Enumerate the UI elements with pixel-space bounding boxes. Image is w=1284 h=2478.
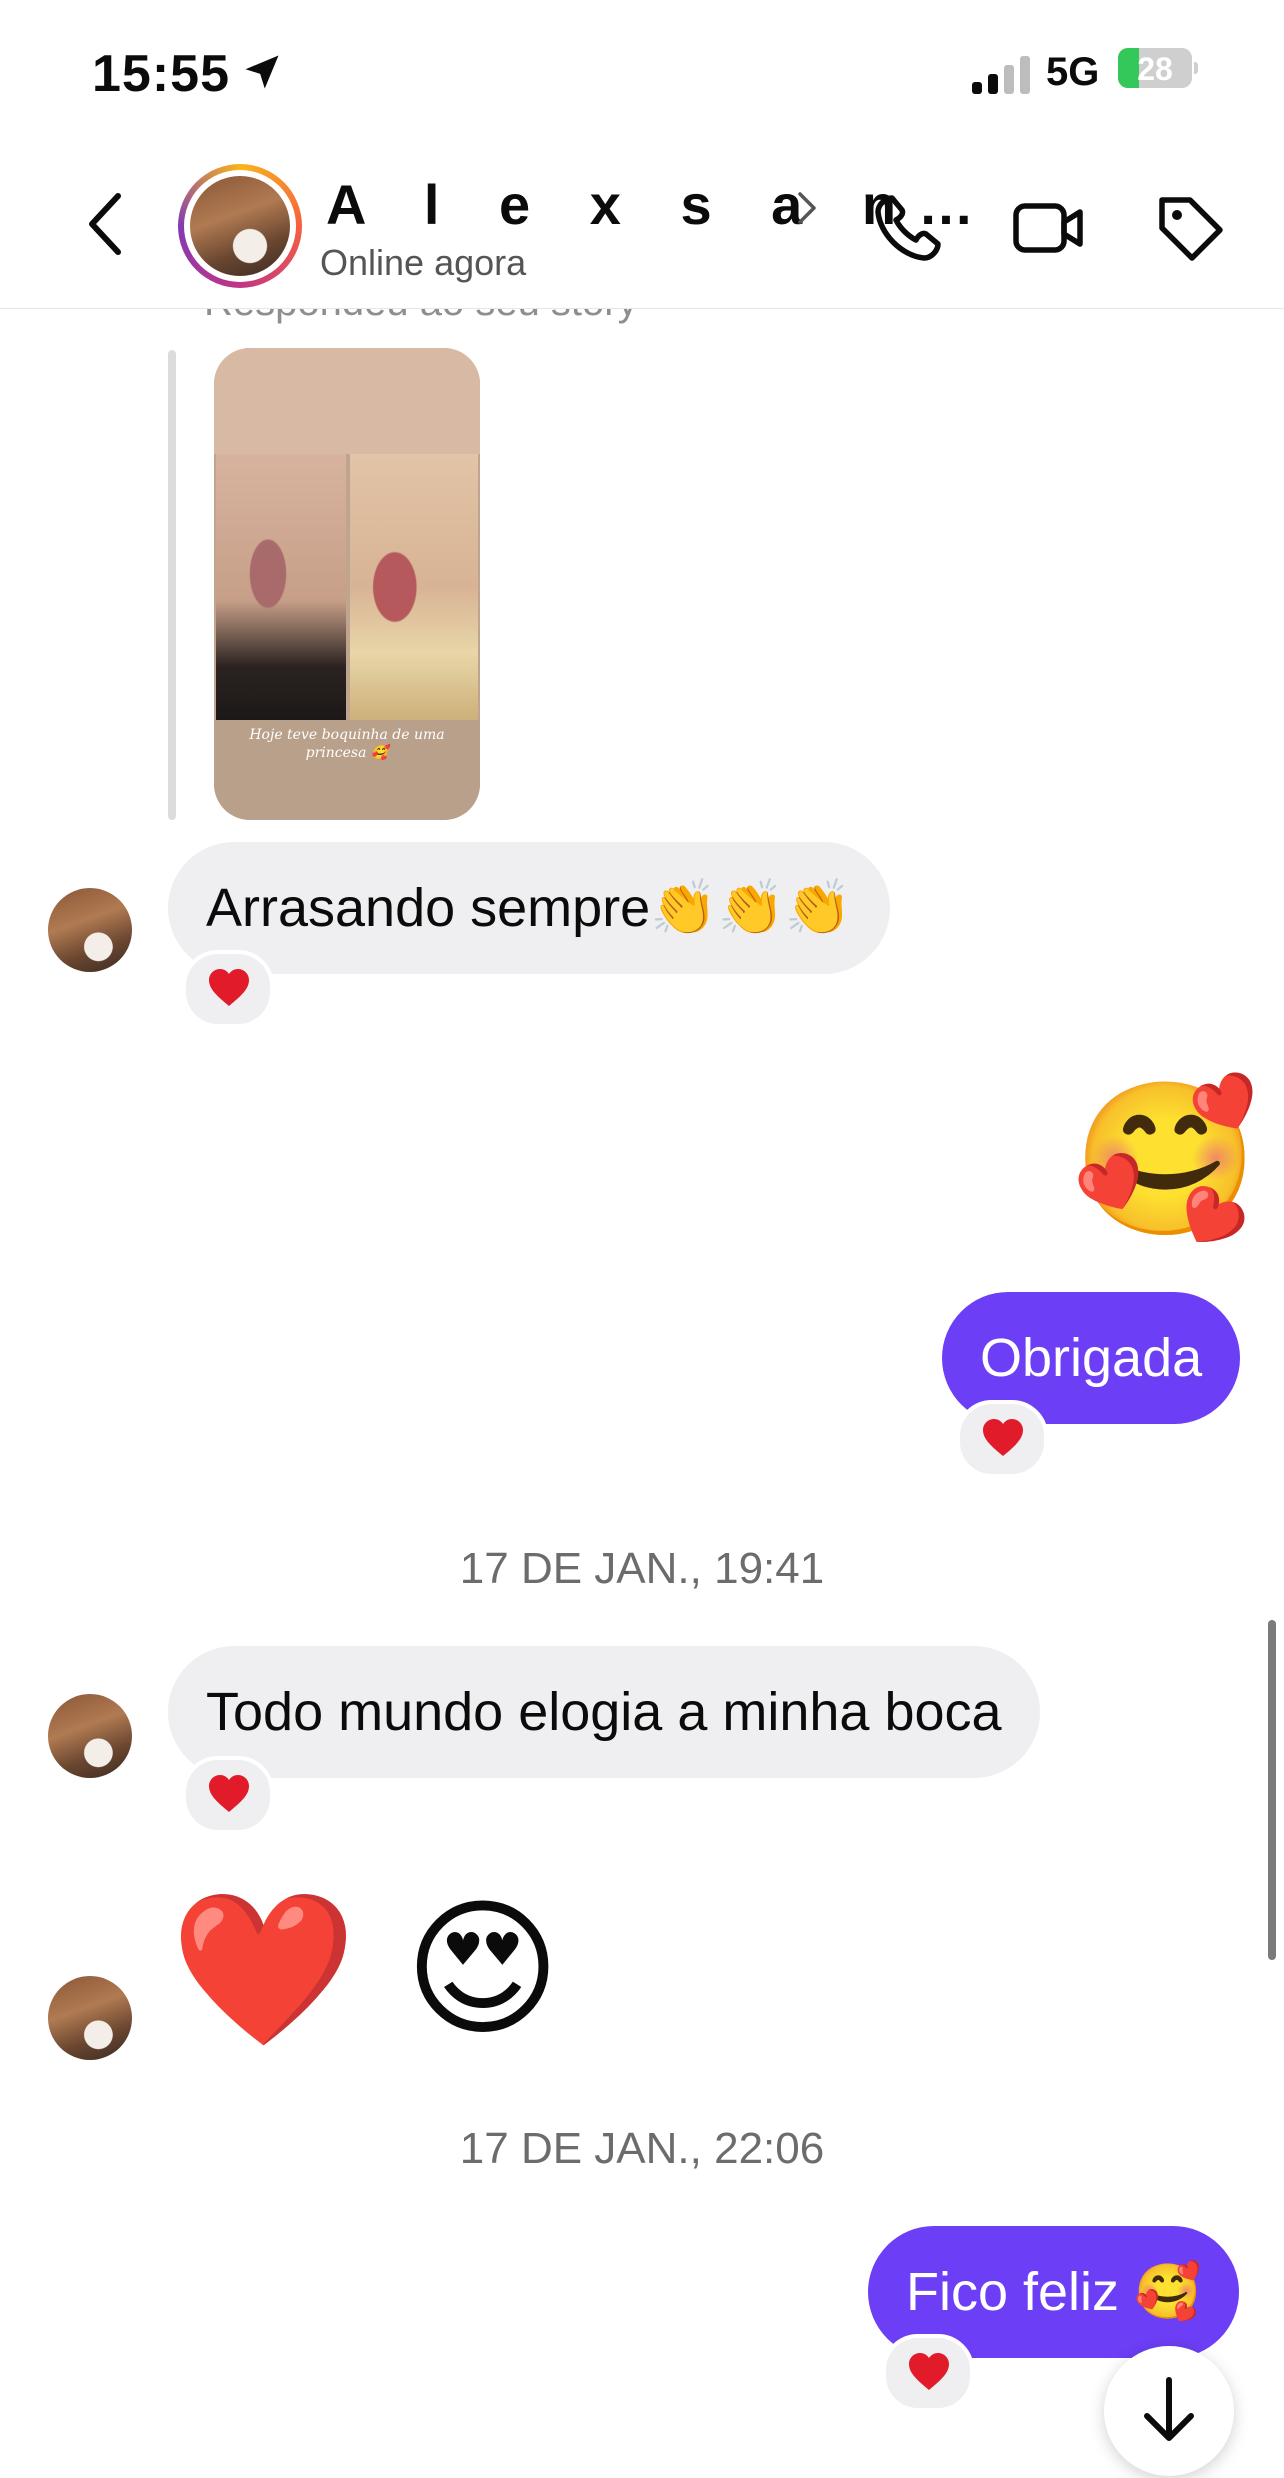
contact-avatar[interactable] <box>178 164 302 288</box>
chat-header: A l e x s a n… Online agora <box>0 150 1284 309</box>
arrow-down-icon <box>1144 2377 1194 2441</box>
heart-reaction[interactable] <box>182 1756 274 1834</box>
heart-icon <box>909 2353 949 2390</box>
status-time: 15:55 <box>92 45 230 103</box>
scrollbar[interactable] <box>1268 1620 1276 1960</box>
heart-reaction[interactable] <box>882 2334 974 2412</box>
heart-icon <box>209 969 249 1006</box>
battery-level: 28 <box>1137 51 1173 87</box>
chevron-right-icon[interactable] <box>796 190 820 226</box>
status-bar: 15:55 5G 28 <box>0 0 1284 150</box>
emoji-message[interactable]: 🥰 <box>1072 1070 1259 1250</box>
battery-icon: 28 <box>1118 48 1198 92</box>
date-separator: 17 DE JAN., 19:41 <box>459 1544 825 1593</box>
contact-status: Online agora <box>320 242 527 283</box>
date-separator: 17 DE JAN., 22:06 <box>459 2124 825 2173</box>
heart-reaction[interactable] <box>956 1400 1048 1478</box>
heart-icon <box>209 1775 249 1812</box>
scroll-to-bottom-button[interactable] <box>1104 2346 1234 2476</box>
back-arrow-icon[interactable] <box>78 188 138 260</box>
sender-avatar <box>48 888 132 972</box>
video-call-icon[interactable] <box>1010 190 1086 266</box>
sender-avatar <box>48 1976 132 2060</box>
reply-indicator-bar <box>168 350 176 820</box>
network-label: 5G <box>1046 50 1100 94</box>
phone-call-icon[interactable] <box>870 190 946 266</box>
story-caption: Hoje teve boquinha de uma princesa 🥰 <box>249 727 445 761</box>
message-incoming[interactable]: Todo mundo elogia a minha boca <box>168 1646 1040 1778</box>
story-thumbnail[interactable]: Hoje teve boquinha de uma princesa 🥰 <box>214 348 480 820</box>
message-incoming[interactable]: Arrasando sempre👏👏👏 <box>168 842 890 974</box>
sender-avatar <box>48 1694 132 1778</box>
emoji-message[interactable]: ❤️ 😍 <box>170 1880 561 2060</box>
tag-icon[interactable] <box>1152 190 1228 266</box>
location-arrow-icon <box>245 55 279 89</box>
signal-icon <box>972 56 1030 94</box>
heart-icon <box>983 1419 1023 1456</box>
heart-reaction[interactable] <box>182 950 274 1028</box>
